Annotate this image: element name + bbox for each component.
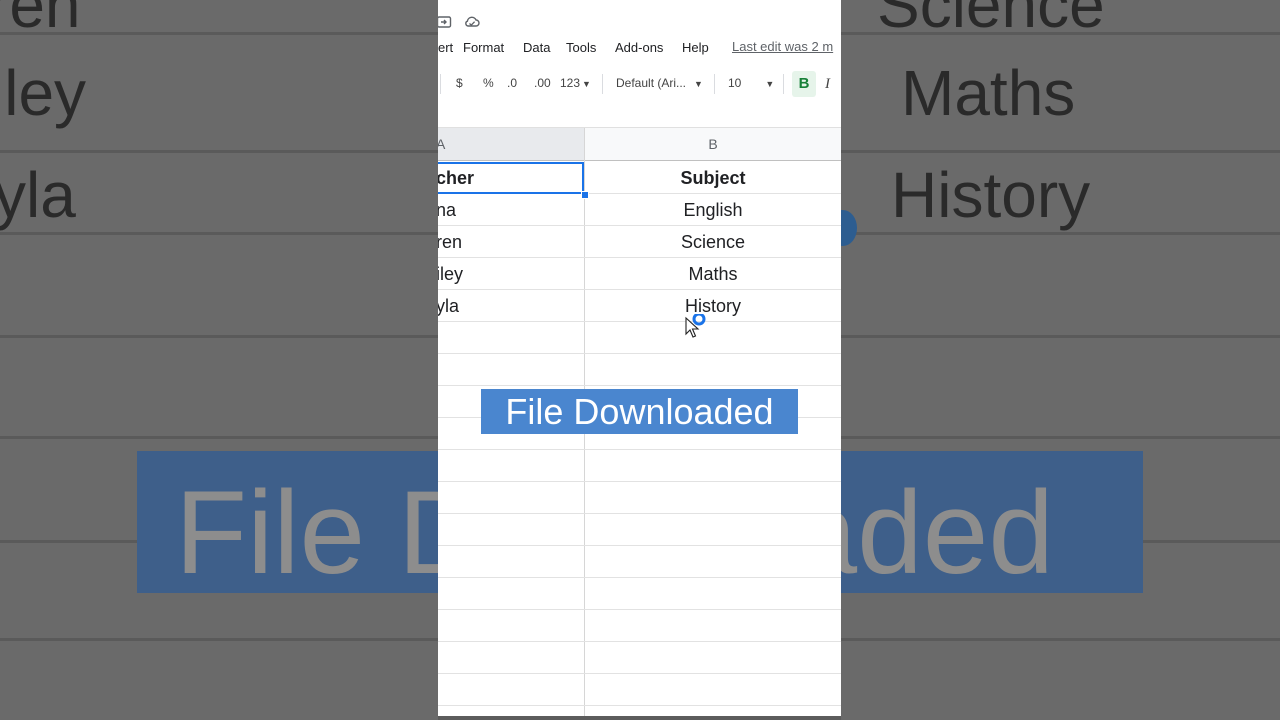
column-header-a-label: A	[438, 136, 446, 152]
bg-word-left: ren	[0, 0, 81, 41]
column-header-a[interactable]: A	[438, 128, 584, 161]
cell-b2[interactable]: English	[585, 194, 841, 226]
more-formats-label: 123	[560, 76, 581, 90]
menu-format[interactable]: Format	[463, 40, 504, 55]
font-size-label: 10	[728, 76, 742, 90]
menu-insert[interactable]: ert	[438, 40, 453, 55]
italic-button[interactable]: I	[825, 76, 830, 93]
bg-banner-left: File Downloaded	[137, 451, 438, 593]
menu-bar: ert Format Data Tools Add-ons Help Last …	[438, 36, 841, 60]
active-cell-selection	[438, 162, 584, 194]
cloud-status-icon[interactable]	[463, 14, 481, 30]
bg-word-left: iley	[0, 57, 87, 129]
cell-a5[interactable]: yla	[438, 290, 459, 322]
currency-format-button[interactable]: $	[456, 76, 463, 90]
background-left: ren iley yla	[0, 0, 438, 720]
cell-a3[interactable]: ren	[438, 226, 462, 258]
font-family-label: Default (Ari...	[616, 76, 687, 90]
bg-word-right: Science	[877, 0, 1105, 41]
cell-a4[interactable]: iley	[438, 258, 463, 290]
menu-data[interactable]: Data	[523, 40, 550, 55]
title-row	[438, 10, 841, 34]
mouse-pointer-icon	[685, 312, 715, 340]
percent-format-button[interactable]: %	[483, 76, 494, 90]
increase-decimal-button[interactable]: .00	[534, 76, 551, 90]
menu-add-ons[interactable]: Add-ons	[615, 40, 663, 55]
cell-b1[interactable]: Subject	[585, 162, 841, 194]
chevron-down-icon: ▼	[582, 79, 591, 89]
bold-button[interactable]: B	[792, 71, 816, 97]
bg-word-right: Maths	[901, 57, 1076, 129]
toolbar: $ % .0 .00 123 ▼ Default (Ari... ▼ 10 ▼ B I	[438, 68, 841, 100]
background-right: Science Maths History	[841, 0, 1280, 720]
cell-b4[interactable]: Maths	[585, 258, 841, 290]
file-downloaded-toast: File Downloaded	[481, 389, 798, 434]
move-to-folder-icon[interactable]	[438, 14, 454, 30]
bg-banner-text: File Downloaded	[841, 467, 1054, 593]
bg-banner-text: File Downloaded	[175, 467, 438, 593]
menu-tools[interactable]: Tools	[566, 40, 596, 55]
font-family-select[interactable]: Default (Ari... ▼	[616, 76, 703, 90]
bg-word-left: yla	[0, 159, 76, 231]
chevron-down-icon: ▼	[694, 79, 703, 89]
more-formats-button[interactable]: 123 ▼	[560, 76, 591, 90]
bg-word-right: History	[891, 159, 1091, 231]
cell-b3[interactable]: Science	[585, 226, 841, 258]
cell-a2[interactable]: na	[438, 194, 456, 226]
cursor-blur-blob	[841, 210, 857, 246]
fill-handle[interactable]	[581, 191, 589, 199]
column-header-b[interactable]: B	[585, 128, 841, 161]
spreadsheet-panel: ert Format Data Tools Add-ons Help Last …	[438, 0, 841, 716]
last-edit-link[interactable]: Last edit was 2 m	[732, 39, 833, 54]
chevron-down-icon: ▼	[765, 79, 775, 89]
font-size-select[interactable]: 10 ▼	[728, 76, 774, 90]
menu-help[interactable]: Help	[682, 40, 709, 55]
decrease-decimal-button[interactable]: .0	[507, 76, 517, 90]
bg-banner-right: File Downloaded	[841, 451, 1143, 593]
formula-bar[interactable]	[438, 103, 841, 128]
